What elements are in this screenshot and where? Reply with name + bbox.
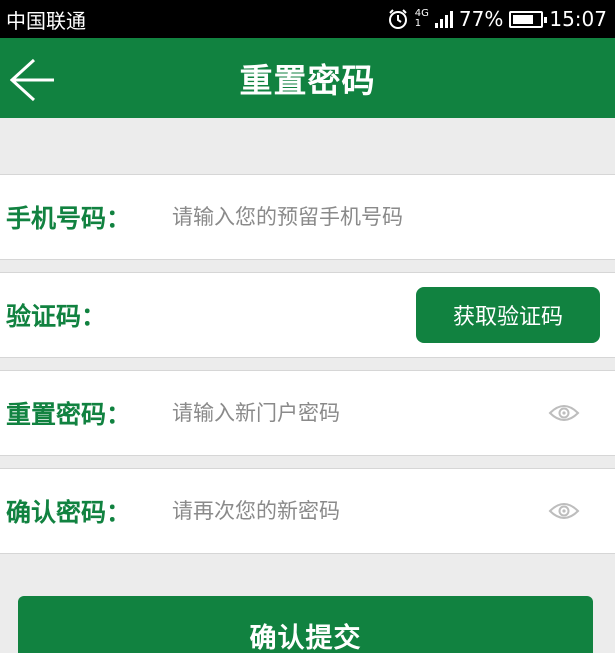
arrow-left-icon[interactable]: [10, 58, 56, 102]
signal-icon: [434, 10, 453, 28]
network-type: 4G 1: [414, 8, 429, 29]
code-label: 验证码：: [6, 302, 107, 331]
confirm-password-label: 确认密码：: [6, 498, 132, 527]
eye-icon[interactable]: [548, 403, 580, 423]
status-bar: 中国联通 4G 1 77% 15:07: [0, 0, 615, 38]
get-code-button[interactable]: 获取验证码: [416, 287, 600, 343]
battery-icon: [509, 10, 548, 28]
battery-percent: 77%: [458, 7, 504, 31]
new-password-label: 重置密码：: [6, 400, 132, 429]
status-indicators: 4G 1 77% 15:07: [387, 7, 607, 31]
phone-input[interactable]: [172, 197, 532, 237]
submit-button[interactable]: 确认提交: [18, 596, 593, 653]
confirm-password-row: 确认密码：: [0, 468, 615, 554]
new-password-row: 重置密码：: [0, 370, 615, 456]
carrier-label: 中国联通: [6, 8, 86, 33]
page-title: 重置密码: [239, 61, 376, 100]
code-row: 验证码： 获取验证码: [0, 272, 615, 358]
clock: 15:07: [549, 7, 607, 31]
phone-row: 手机号码：: [0, 174, 615, 260]
new-password-input[interactable]: [172, 393, 532, 433]
phone-label: 手机号码：: [6, 204, 132, 233]
eye-icon[interactable]: [548, 501, 580, 521]
alarm-icon: [388, 9, 407, 29]
confirm-password-input[interactable]: [172, 491, 532, 531]
app-bar: 重置密码: [0, 38, 615, 118]
